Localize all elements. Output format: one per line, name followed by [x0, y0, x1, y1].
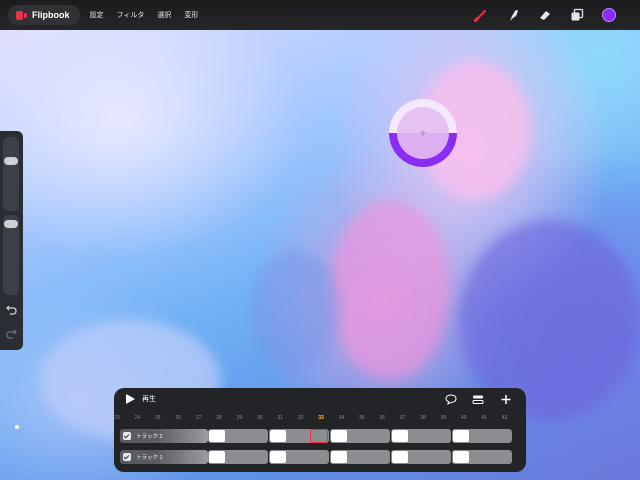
frame-number[interactable]: 25: [155, 415, 161, 421]
keyframe[interactable]: [392, 430, 408, 442]
play-icon[interactable]: [126, 394, 135, 404]
keyframe[interactable]: [331, 430, 347, 442]
frame-cell[interactable]: [208, 429, 268, 443]
frame-number[interactable]: 40: [461, 415, 467, 421]
track-label[interactable]: トラック 1: [120, 450, 208, 464]
frame-number[interactable]: 38: [420, 415, 426, 421]
frame-cell[interactable]: [452, 429, 512, 443]
current-color-swatch: [602, 8, 616, 22]
main-menu: 設定 フィルタ 選択 変形: [90, 10, 199, 20]
paint-stroke: [330, 200, 450, 380]
frame-number[interactable]: 29: [237, 415, 243, 421]
opacity-knob[interactable]: [4, 220, 18, 228]
keyframe[interactable]: [209, 430, 225, 442]
track-name: トラック 1: [136, 455, 163, 461]
color-picker-button[interactable]: [600, 6, 618, 24]
add-icon[interactable]: [500, 394, 512, 405]
gallery-button[interactable]: Flipbook: [8, 5, 80, 25]
frame-number[interactable]: 24: [135, 415, 141, 421]
frame-cell[interactable]: [208, 450, 268, 464]
brush-size-slider[interactable]: [3, 137, 19, 211]
play-label[interactable]: 再生: [142, 394, 156, 404]
timeline-panel: 再生 23 24 25 26 27 28 29 30 31 32 33 34 35 36 37 38 39 40 4…: [114, 388, 526, 472]
frame-number[interactable]: 35: [359, 415, 365, 421]
opacity-slider[interactable]: [3, 215, 19, 295]
left-sidebar: [0, 131, 23, 350]
frame-number[interactable]: 41: [481, 415, 487, 421]
brush-icon[interactable]: [472, 6, 490, 24]
track-visibility-checkbox[interactable]: [123, 453, 131, 461]
comment-icon[interactable]: [445, 394, 457, 405]
frame-number[interactable]: 32: [298, 415, 304, 421]
eraser-icon[interactable]: [536, 6, 554, 24]
crosshair-icon: [420, 130, 426, 136]
frame-number[interactable]: 39: [441, 415, 447, 421]
track-visibility-checkbox[interactable]: [123, 432, 131, 440]
brush-size-knob[interactable]: [4, 157, 18, 165]
frame-number[interactable]: 31: [277, 415, 283, 421]
undo-icon[interactable]: [5, 304, 18, 317]
tool-palette: [472, 0, 618, 30]
frame-cell[interactable]: [330, 450, 390, 464]
frame-number[interactable]: 33: [318, 415, 324, 421]
app-name: Flipbook: [32, 10, 70, 20]
frame-cell[interactable]: [269, 450, 329, 464]
frame-number[interactable]: 34: [339, 415, 345, 421]
flipbook-logo-icon: [16, 10, 27, 20]
redo-icon[interactable]: [5, 328, 18, 341]
frame-number[interactable]: 23: [114, 415, 120, 421]
track-row[interactable]: トラック 2: [120, 429, 515, 443]
track-name: トラック 2: [136, 434, 163, 440]
keyframe[interactable]: [331, 451, 347, 463]
frame-cell[interactable]: [391, 450, 451, 464]
keyframe[interactable]: [209, 451, 225, 463]
settings-stack-icon[interactable]: [472, 394, 484, 405]
keyframe[interactable]: [270, 451, 286, 463]
keyframe[interactable]: [453, 430, 469, 442]
frame-number[interactable]: 27: [196, 415, 202, 421]
menu-item-transform[interactable]: 変形: [184, 10, 198, 20]
track-label[interactable]: トラック 2: [120, 429, 208, 443]
frame-cell[interactable]: [452, 450, 512, 464]
menu-item-select[interactable]: 選択: [157, 10, 171, 20]
menu-item-filter[interactable]: フィルタ: [117, 10, 145, 20]
keyframe[interactable]: [453, 451, 469, 463]
frame-ruler[interactable]: 23 24 25 26 27 28 29 30 31 32 33 34 35 36 37 38 39 40 41 42: [114, 414, 526, 424]
frame-number[interactable]: 37: [400, 415, 406, 421]
menu-item-settings[interactable]: 設定: [90, 10, 104, 20]
top-toolbar: Flipbook 設定 フィルタ 選択 変形: [0, 0, 640, 30]
frame-cell[interactable]: [391, 429, 451, 443]
track-row[interactable]: トラック 1: [120, 450, 515, 464]
keyframe[interactable]: [270, 430, 286, 442]
color-ring[interactable]: [389, 99, 457, 167]
paint-stroke: [250, 250, 340, 370]
frame-number[interactable]: 42: [502, 415, 508, 421]
frame-number[interactable]: 26: [175, 415, 181, 421]
canvas-indicator-dot: [15, 425, 19, 429]
layers-icon[interactable]: [568, 6, 586, 24]
smudge-icon[interactable]: [504, 6, 522, 24]
frame-cell[interactable]: [330, 429, 390, 443]
timeline-header: 再生: [114, 388, 526, 410]
current-frame-marker[interactable]: [310, 429, 328, 443]
frame-number[interactable]: 36: [379, 415, 385, 421]
frame-number[interactable]: 30: [257, 415, 263, 421]
keyframe[interactable]: [392, 451, 408, 463]
frame-number[interactable]: 28: [216, 415, 222, 421]
